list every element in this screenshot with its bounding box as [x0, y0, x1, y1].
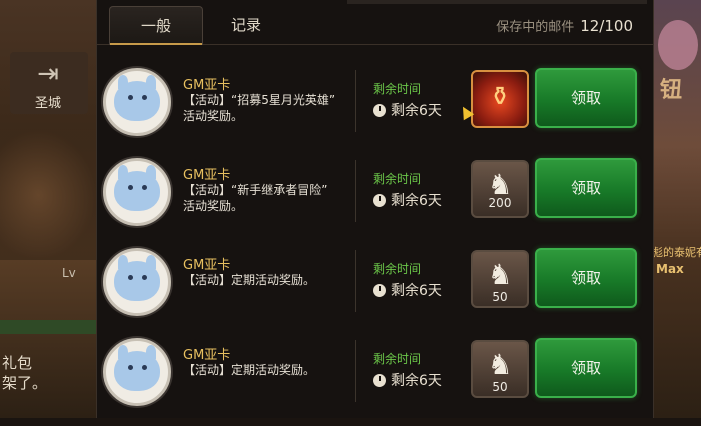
remaining-time-label: 剩余时间	[373, 172, 422, 186]
claim-button[interactable]: 领取	[535, 158, 637, 218]
background-green-bar	[0, 320, 96, 334]
remaining-time: 剩余6天	[373, 280, 442, 300]
mail-divider	[355, 160, 356, 222]
remaining-time-value: 剩余6天	[391, 373, 442, 389]
sender-avatar	[103, 68, 171, 136]
mail-count-label: 保存中的邮件	[496, 20, 575, 35]
remaining-time: 剩余6天	[373, 190, 442, 210]
remaining-time-value: 剩余6天	[391, 283, 442, 299]
reward-item[interactable]: ⚱	[471, 70, 529, 128]
location-label: 圣城	[34, 96, 61, 111]
mail-description-line-1: 【活动】定期活动奖励。	[183, 363, 316, 377]
claim-button[interactable]: 领取	[535, 248, 637, 308]
mail-sender: GM亚卡	[183, 348, 231, 363]
mail-sender: GM亚卡	[183, 78, 231, 93]
background-text-2: Max	[656, 262, 684, 276]
mail-description: 【活动】“招募5星月光英雄” 活动奖励。	[183, 92, 363, 124]
background-gift-text-1: 礼包	[2, 354, 33, 372]
reward-quantity: 50	[492, 290, 508, 304]
background-level-text: Lv	[62, 266, 76, 280]
mailbox-tabbar: 一般 记录 保存中的邮件 12/100	[97, 0, 653, 45]
clock-icon	[373, 284, 386, 297]
potion-icon: ⚱	[489, 82, 511, 112]
remaining-time-label: 剩余时间	[373, 262, 422, 276]
reward-item[interactable]: ♞ 200	[471, 160, 529, 218]
mail-item: GM亚卡 【活动】定期活动奖励。 剩余时间 剩余6天 ♞ 50 领取	[97, 336, 653, 426]
mail-item: GM亚卡 【活动】“招募5星月光英雄” 活动奖励。 剩余时间 剩余6天 ⚱ 领取	[97, 66, 653, 156]
mail-divider	[355, 340, 356, 402]
sender-avatar	[103, 338, 171, 406]
reward-quantity: 200	[488, 196, 512, 210]
mail-description: 【活动】定期活动奖励。	[183, 362, 363, 378]
clock-icon	[373, 104, 386, 117]
reward-quantity: 50	[492, 380, 508, 394]
remaining-time-value: 剩余6天	[391, 193, 442, 209]
claim-button[interactable]: 领取	[535, 338, 637, 398]
clock-icon	[373, 194, 386, 207]
mail-item: GM亚卡 【活动】“新手继承者冒险” 活动奖励。 剩余时间 剩余6天 ♞ 200…	[97, 156, 653, 246]
clock-icon	[373, 374, 386, 387]
mail-description-line-2: 活动奖励。	[183, 199, 244, 213]
background-text-1: 彪的泰妮有	[652, 246, 701, 259]
mail-description: 【活动】“新手继承者冒险” 活动奖励。	[183, 182, 363, 214]
mail-count: 保存中的邮件 12/100	[496, 16, 633, 35]
remaining-time-label: 剩余时间	[373, 352, 422, 366]
mail-description-line-1: 【活动】“新手继承者冒险”	[183, 183, 328, 197]
background-gift-text-2: 架了。	[2, 374, 48, 392]
background-flower	[658, 20, 698, 70]
remaining-time: 剩余6天	[373, 100, 442, 120]
background-sign: 钮	[660, 78, 683, 103]
remaining-time-label: 剩余时间	[373, 82, 422, 96]
tab-general[interactable]: 一般	[109, 6, 203, 45]
reward-item[interactable]: ♞ 50	[471, 250, 529, 308]
mail-count-value: 12/100	[580, 17, 633, 35]
remaining-time: 剩余6天	[373, 370, 442, 390]
mail-divider	[355, 70, 356, 132]
mail-sender: GM亚卡	[183, 168, 231, 183]
horse-icon: ♞	[487, 258, 513, 291]
exit-door-icon: ⇥	[37, 59, 59, 89]
background-right: 钮 彪的泰妮有 Max	[652, 0, 701, 418]
sender-avatar	[103, 248, 171, 316]
mail-item: GM亚卡 【活动】定期活动奖励。 剩余时间 剩余6天 ♞ 50 领取	[97, 246, 653, 336]
mail-divider	[355, 250, 356, 312]
background-barrel	[0, 130, 96, 260]
sender-avatar	[103, 158, 171, 226]
background-left: ⇥ 圣城 Lv 礼包 架了。	[0, 0, 96, 418]
mailbox-panel: 一般 记录 保存中的邮件 12/100 GM亚卡 【活动】“招募5星月光英雄” 活…	[96, 0, 654, 418]
mail-description-line-2: 活动奖励。	[183, 109, 244, 123]
reward-item[interactable]: ♞ 50	[471, 340, 529, 398]
horse-icon: ♞	[487, 348, 513, 381]
tab-records[interactable]: 记录	[215, 6, 277, 44]
remaining-time-value: 剩余6天	[391, 103, 442, 119]
mail-description-line-1: 【活动】“招募5星月光英雄”	[183, 93, 336, 107]
mail-sender: GM亚卡	[183, 258, 231, 273]
mail-description-line-1: 【活动】定期活动奖励。	[183, 273, 316, 287]
mail-description: 【活动】定期活动奖励。	[183, 272, 363, 288]
claim-button[interactable]: 领取	[535, 68, 637, 128]
